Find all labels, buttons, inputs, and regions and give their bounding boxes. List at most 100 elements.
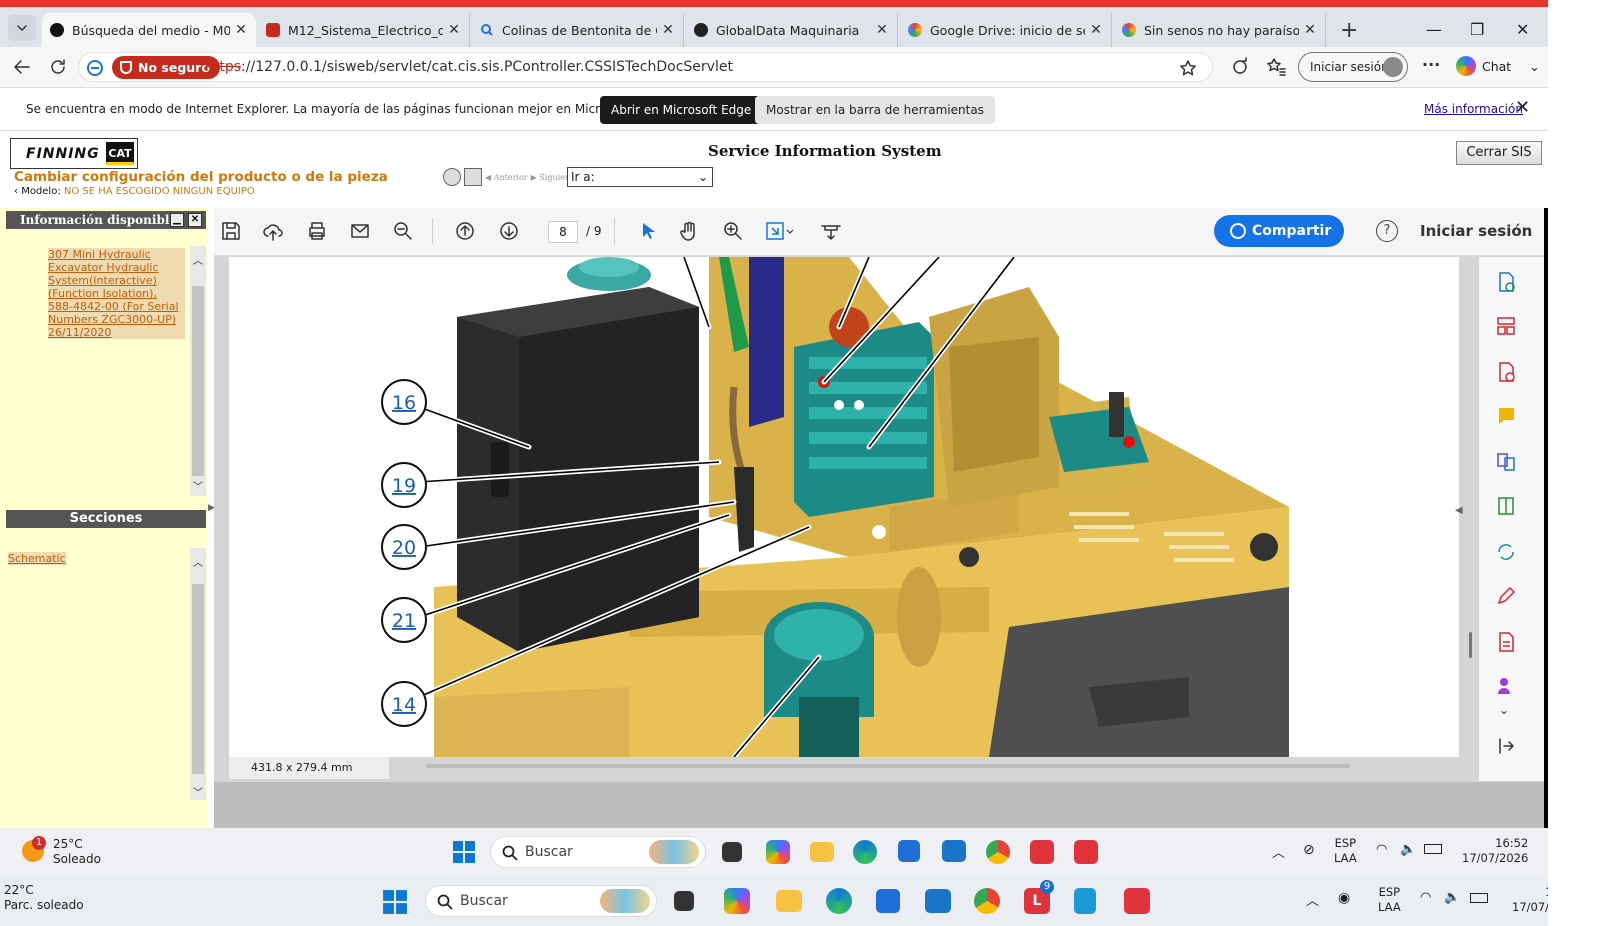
collapse-panel-icon[interactable] — [1495, 735, 1517, 757]
clock[interactable]: 16:5217/07/2026 — [1462, 836, 1528, 866]
document-icon[interactable] — [464, 168, 482, 186]
previous-page-icon[interactable] — [454, 220, 476, 242]
horizontal-scrollbar[interactable] — [426, 764, 1350, 768]
tab-google-drive[interactable]: Google Drive: inicio de sesión ✕ — [900, 13, 1112, 47]
chrome-icon[interactable] — [986, 840, 1010, 864]
tab-busqueda[interactable]: Búsqueda del medio - M0122 ✕ — [42, 13, 256, 47]
m365-copilot-icon[interactable] — [724, 888, 750, 914]
minimize-panel-icon[interactable]: ▁ — [170, 213, 184, 227]
callout-21[interactable]: 21 — [381, 597, 427, 643]
help-icon[interactable]: ? — [1376, 220, 1398, 242]
notepad-icon[interactable] — [1074, 888, 1096, 914]
chevron-up-icon[interactable]: ︿ — [1272, 842, 1285, 861]
hand-icon[interactable] — [678, 220, 700, 242]
volume-icon[interactable]: 🔈 — [1400, 842, 1416, 857]
change-config-link[interactable]: Cambiar configuración del producto o de … — [14, 169, 388, 185]
tab-globaldata[interactable]: GlobalData Maquinaria ✕ — [686, 13, 898, 47]
section-link-schematic[interactable]: Schematic — [8, 552, 66, 565]
settings-icon[interactable] — [443, 168, 461, 186]
m365-copilot-icon[interactable] — [766, 840, 790, 864]
outlook-icon[interactable] — [925, 889, 951, 913]
convert-icon[interactable] — [1495, 541, 1517, 563]
new-tab-button[interactable]: + — [1340, 20, 1358, 42]
back-arrow-icon[interactable] — [12, 57, 32, 77]
callout-16[interactable]: 16 — [381, 379, 427, 425]
minimize-button[interactable]: — — [1426, 20, 1442, 39]
taskbar-search[interactable]: Buscar — [425, 885, 657, 917]
app-red-icon[interactable] — [1074, 840, 1098, 864]
copilot-chat-button[interactable]: Chat ⌄ — [1456, 56, 1540, 76]
close-tab-icon[interactable]: ✕ — [234, 22, 248, 38]
select-cursor-icon[interactable] — [636, 220, 658, 242]
weather-widget[interactable]: 22°C Parc. soleado — [4, 883, 84, 913]
weather-widget[interactable]: 25°C Soleado — [53, 837, 101, 867]
close-window-button[interactable]: ✕ — [1516, 20, 1529, 39]
app-red-icon[interactable] — [1124, 888, 1150, 914]
chrome-icon[interactable] — [974, 888, 1000, 914]
browser-signin-button[interactable]: Iniciar sesión — [1298, 52, 1408, 82]
refresh-icon[interactable] — [48, 57, 68, 77]
fit-page-icon[interactable] — [764, 220, 794, 242]
windows-start-icon[interactable] — [382, 889, 408, 915]
store-icon[interactable] — [898, 840, 920, 862]
sync-icon[interactable] — [1230, 57, 1250, 77]
tab-sin-senos[interactable]: Sin senos no hay paraíso - Bu ✕ — [1114, 13, 1326, 47]
star-icon[interactable] — [1179, 59, 1197, 77]
close-sis-button[interactable]: Cerrar SIS — [1456, 141, 1542, 165]
open-in-edge-button[interactable]: Abrir en Microsoft Edge — [600, 96, 763, 124]
not-secure-badge[interactable]: No seguro — [112, 56, 220, 79]
viewer-signin-button[interactable]: Iniciar sesión — [1420, 222, 1532, 240]
wifi-icon[interactable]: ◠ — [1420, 890, 1431, 905]
clock[interactable]: 16:5217/07/2026 — [1512, 885, 1548, 915]
close-tab-icon[interactable]: ✕ — [661, 22, 675, 38]
chevron-down-icon[interactable]: ⌄ — [1499, 703, 1509, 717]
tab-actions-button[interactable] — [8, 15, 36, 41]
favorites-icon[interactable] — [1266, 57, 1286, 77]
export-pdf-icon[interactable] — [1495, 271, 1517, 293]
close-tab-icon[interactable]: ✕ — [1089, 22, 1103, 38]
edge-icon[interactable] — [853, 840, 877, 864]
collapse-rail-icon[interactable]: ◀ — [1455, 505, 1463, 516]
outlook-icon[interactable] — [942, 840, 966, 862]
language-indicator[interactable]: ESP LAA — [1378, 885, 1401, 915]
more-info-link[interactable]: Más información — [1424, 102, 1523, 116]
network-icon[interactable]: ◉ — [1338, 890, 1350, 906]
request-signature-icon[interactable] — [1495, 675, 1517, 697]
url-bar[interactable]: No seguro https://127.0.0.1/sisweb/servl… — [78, 52, 1213, 82]
close-panel-icon[interactable]: ✕ — [188, 213, 202, 227]
zoom-out-icon[interactable] — [392, 220, 414, 242]
compress-pdf-icon[interactable] — [1495, 495, 1517, 517]
callout-19[interactable]: 19 — [381, 462, 427, 508]
windows-start-icon[interactable] — [452, 840, 476, 864]
store-icon[interactable] — [876, 889, 900, 913]
close-infobar-icon[interactable]: ✕ — [1515, 97, 1530, 118]
print-icon[interactable] — [306, 220, 328, 242]
language-indicator[interactable]: ESP LAA — [1334, 836, 1357, 866]
create-pdf-icon[interactable] — [1495, 361, 1517, 383]
callout-20[interactable]: 20 — [381, 524, 427, 570]
prev-button[interactable]: ◀ Anterior — [485, 173, 528, 182]
share-button[interactable]: Compartir — [1214, 215, 1344, 247]
email-icon[interactable] — [349, 220, 371, 242]
task-view-icon[interactable] — [722, 842, 742, 862]
file-explorer-icon[interactable] — [776, 890, 802, 912]
sections-scrollbar[interactable]: ︿ ﹀ — [190, 548, 206, 800]
scroll-thumb[interactable] — [192, 286, 204, 476]
tab-colinas[interactable]: Colinas de Bentonita de Capi ✕ — [472, 13, 684, 47]
combine-files-icon[interactable] — [1495, 451, 1517, 473]
restore-button[interactable]: ❐ — [1470, 20, 1484, 39]
app-red-icon[interactable] — [1030, 840, 1054, 864]
edge-icon[interactable] — [826, 888, 852, 914]
callout-14[interactable]: 14 — [381, 681, 427, 727]
battery-icon[interactable] — [1424, 844, 1442, 854]
scroll-thumb[interactable] — [192, 584, 204, 774]
vertical-scroll-thumb[interactable] — [1469, 632, 1472, 658]
save-icon[interactable] — [220, 220, 242, 242]
read-mode-icon[interactable] — [820, 220, 842, 242]
edit-pdf-icon[interactable] — [1495, 585, 1517, 607]
file-explorer-icon[interactable] — [810, 842, 834, 862]
tab-pdf[interactable]: M12_Sistema_Electrico_de_Po ✕ — [258, 13, 470, 47]
show-in-toolbar-button[interactable]: Mostrar en la barra de herramientas — [755, 96, 995, 124]
close-tab-icon[interactable]: ✕ — [1303, 22, 1317, 38]
goto-select[interactable]: Ir a: ⌄ — [567, 167, 713, 187]
